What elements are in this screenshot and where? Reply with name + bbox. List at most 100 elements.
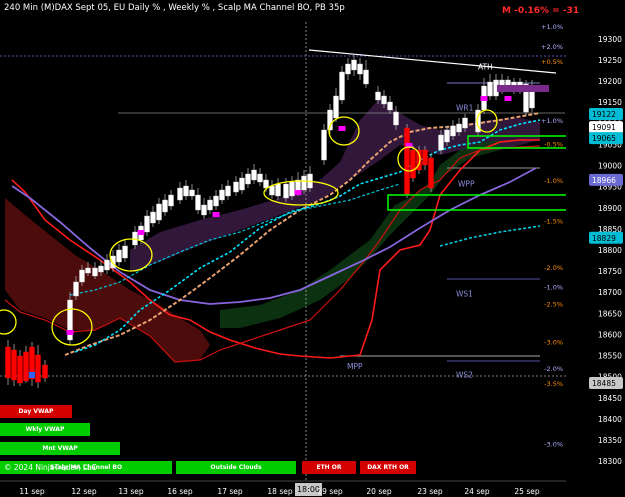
candle-body bbox=[333, 95, 339, 119]
candle-body bbox=[5, 346, 11, 379]
x-tick-label: 17 sep bbox=[217, 487, 243, 496]
x-tick-label: 23 sep bbox=[417, 487, 443, 496]
y-tick-label: 18350 bbox=[598, 436, 622, 445]
percent-level-label: +2.0% bbox=[541, 43, 563, 51]
level-label: MPP bbox=[347, 362, 363, 371]
candle-body bbox=[122, 245, 128, 259]
x-tick-label: 11 sep bbox=[19, 487, 45, 496]
candle-body bbox=[339, 71, 345, 101]
price-change: M -0.16% = -31 bbox=[502, 6, 580, 16]
x-tick-label: 19 sep bbox=[317, 487, 343, 496]
candle-body bbox=[116, 249, 122, 263]
price-badge-label: 18485 bbox=[592, 379, 616, 388]
day-vwap-button[interactable]: Day VWAP bbox=[0, 405, 72, 418]
candle-body bbox=[156, 203, 162, 221]
candle-body bbox=[257, 173, 263, 183]
percent-level-label: -3.0% bbox=[544, 440, 563, 448]
dax-rth-or-button[interactable]: DAX RTH OR bbox=[360, 461, 416, 474]
signal-marker bbox=[338, 126, 346, 131]
percent-level-label: -3.0% bbox=[544, 339, 563, 347]
candle-body bbox=[487, 81, 493, 97]
candle-body bbox=[189, 189, 195, 197]
candle-body bbox=[283, 183, 289, 199]
candle-body bbox=[23, 351, 29, 382]
eth-or-button[interactable]: ETH OR bbox=[302, 461, 356, 474]
candle-body bbox=[404, 127, 410, 195]
candle-body bbox=[219, 189, 225, 201]
signal-marker bbox=[137, 230, 145, 235]
candle-body bbox=[225, 185, 231, 197]
candle-body bbox=[321, 129, 327, 161]
copyright-text: © 2024 NinjaTrader, LLC bbox=[4, 463, 97, 472]
candle-body bbox=[35, 354, 41, 383]
candle-body bbox=[269, 185, 275, 196]
y-tick-label: 19200 bbox=[598, 77, 622, 86]
signal-marker bbox=[480, 96, 488, 101]
y-tick-label: 18750 bbox=[598, 267, 622, 276]
candle-body bbox=[263, 179, 269, 189]
candle-body bbox=[11, 349, 17, 381]
candle-body bbox=[422, 149, 428, 166]
weekly-vwap-button[interactable]: Wkly VWAP bbox=[0, 423, 90, 436]
level-label: WR1 bbox=[456, 103, 474, 112]
candle-body bbox=[73, 281, 79, 297]
x-tick-label: 20 sep bbox=[366, 487, 392, 496]
candle-body bbox=[410, 149, 416, 179]
candle-body bbox=[393, 111, 399, 126]
percent-level-label: -2.0% bbox=[544, 365, 563, 373]
candle-body bbox=[233, 181, 239, 193]
x-tick-label: 24 sep bbox=[464, 487, 490, 496]
percent-level-label: -1.5% bbox=[544, 217, 563, 225]
y-tick-label: 19300 bbox=[598, 35, 622, 44]
candle-body bbox=[345, 63, 351, 75]
price-badge-label: 18966 bbox=[592, 176, 616, 185]
y-tick-label: 19150 bbox=[598, 98, 622, 107]
signal-marker bbox=[29, 372, 35, 378]
highlight-ellipse bbox=[0, 309, 17, 335]
y-tick-label: 18450 bbox=[598, 394, 622, 403]
outside-clouds-button[interactable]: Outside Clouds bbox=[176, 461, 296, 474]
candle-body bbox=[450, 125, 456, 137]
candle-body bbox=[275, 183, 281, 197]
candle-body bbox=[195, 194, 201, 211]
candle-body bbox=[162, 199, 168, 213]
candle-body bbox=[462, 117, 468, 129]
candle-body bbox=[92, 267, 98, 277]
y-tick-label: 19250 bbox=[598, 56, 622, 65]
signal-marker bbox=[294, 190, 302, 195]
price-chart[interactable]: ATHWR1WPPCLOSEWS1MPPWS2 1930019250192001… bbox=[0, 0, 625, 497]
candle-body bbox=[301, 175, 307, 191]
candle-body bbox=[17, 355, 23, 384]
signal-marker bbox=[212, 212, 220, 217]
candle-body bbox=[110, 255, 116, 269]
price-badge-label: 19065 bbox=[592, 134, 616, 143]
price-badge-label: 18829 bbox=[592, 234, 616, 243]
percent-level-label: +1.0% bbox=[541, 117, 563, 125]
candle-body bbox=[245, 173, 251, 185]
candle-body bbox=[144, 215, 150, 233]
candle-body bbox=[98, 265, 104, 273]
y-tick-label: 18300 bbox=[598, 457, 622, 466]
monthly-vwap-button[interactable]: Mnt VWAP bbox=[0, 442, 120, 455]
y-tick-label: 19000 bbox=[598, 162, 622, 171]
x-tick-label: 18 sep bbox=[267, 487, 293, 496]
candle-body bbox=[381, 95, 387, 105]
candle-body bbox=[177, 187, 183, 201]
price-badge-label: 19091 bbox=[592, 123, 616, 132]
y-tick-label: 18700 bbox=[598, 288, 622, 297]
candle-body bbox=[42, 364, 48, 379]
y-tick-label: 18800 bbox=[598, 246, 622, 255]
candle-body bbox=[363, 69, 369, 85]
percent-level-label: -1.0% bbox=[544, 177, 563, 185]
candle-body bbox=[438, 134, 444, 151]
x-tick-label: 13 sep bbox=[118, 487, 144, 496]
candle-body bbox=[168, 194, 174, 207]
level-label: WS2 bbox=[456, 371, 473, 380]
x-tick-label: 25 sep bbox=[514, 487, 540, 496]
signal-marker bbox=[66, 330, 74, 335]
price-badge-label: 19122 bbox=[592, 110, 616, 119]
candle-body bbox=[387, 101, 393, 111]
candle-body bbox=[375, 91, 381, 101]
percent-level-label: -3.5% bbox=[544, 380, 563, 388]
percent-level-label: -2.0% bbox=[544, 264, 563, 272]
